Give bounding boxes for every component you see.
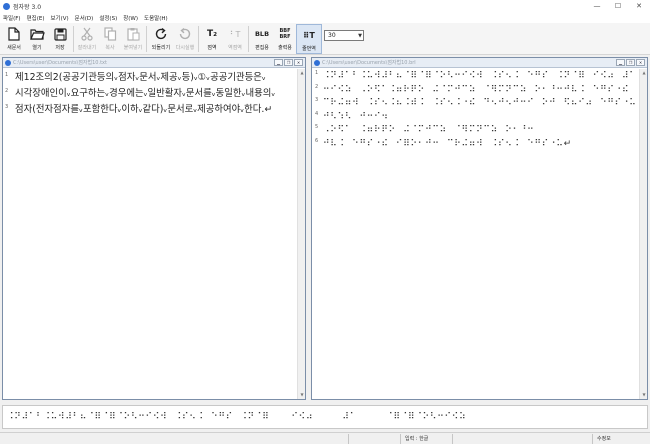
toolbar-separator bbox=[146, 26, 147, 52]
braille-editor-pane: C:\Users\user\Documents\점자법10.brl ▁ ❐ ✕ … bbox=[311, 57, 648, 400]
braille-line-preview: ⠨⠝⠼⠁⠃⠨⠥⠺⠼⠃⠦⠈⠿⠈⠿⠈⠕⠣⠒⠊⠪⠺⠀⠨⠎⠢⠨⠀⠑⠛⠎⠀⠨⠝⠈⠿⠀⠀⠀⠊… bbox=[2, 405, 648, 429]
line-number: 5 bbox=[315, 124, 319, 130]
braille-line[interactable]: ⠠⠕⠫⠁⠀⠨⠶⠗⠟⠕⠀⠬⠈⠍⠚⠉⠵⠀⠈⠻⠍⠝⠉⠵⠀⠕⠂⠘⠒ bbox=[323, 124, 637, 138]
app-icon bbox=[3, 2, 10, 10]
line-number: 3 bbox=[5, 104, 9, 110]
menu-window[interactable]: 창(W) bbox=[123, 14, 138, 22]
pane-file-path: C:\Users\user\Documents\점자법10.brl bbox=[322, 60, 416, 66]
line-number-gutter: 1 2 3 4 5 6 bbox=[315, 70, 323, 151]
close-button[interactable]: ✕ bbox=[629, 0, 649, 12]
braille-line[interactable]: ⠚⠣⠱⠣⠀⠚⠒⠊⠲ bbox=[323, 111, 637, 125]
status-bar: 입력 : 한글 수정모 bbox=[0, 432, 650, 444]
open-folder-icon bbox=[29, 26, 45, 42]
undo-button[interactable]: 되돌리기 bbox=[148, 24, 174, 54]
status-empty-cell bbox=[452, 434, 592, 444]
paste-icon bbox=[125, 26, 141, 42]
menu-help[interactable]: 도움말(H) bbox=[144, 14, 168, 22]
braille-line[interactable]: ⠨⠝⠼⠁⠃⠨⠥⠺⠼⠃⠦⠈⠿⠈⠿⠈⠕⠣⠒⠊⠪⠺⠀⠨⠎⠢⠨⠀⠑⠛⠎⠀⠨⠝⠈⠿⠀⠊⠪⠴… bbox=[323, 70, 637, 84]
vertical-scrollbar[interactable]: ▲ ▼ bbox=[297, 69, 305, 399]
pane-close-button[interactable]: ✕ bbox=[294, 59, 303, 66]
menu-settings[interactable]: 설정(S) bbox=[99, 14, 117, 22]
maximize-button[interactable]: ☐ bbox=[608, 0, 628, 12]
line-number: 1 bbox=[315, 70, 319, 76]
line-number: 3 bbox=[315, 97, 319, 103]
text-editor-pane: C:\Users\user\Documents\점자법10.txt ▁ ❐ ✕ … bbox=[2, 57, 306, 400]
title-bar: 점자왕 3.0 — ☐ ✕ bbox=[0, 0, 650, 12]
line-translate-button[interactable]: ⠿T 줄번역 bbox=[296, 24, 322, 54]
pane-title-bar: C:\Users\user\Documents\점자법10.brl ▁ ❐ ✕ bbox=[312, 58, 647, 68]
menu-file[interactable]: 파일(F) bbox=[3, 14, 21, 22]
new-document-icon bbox=[6, 26, 22, 42]
input-mode-status: 입력 : 한글 bbox=[400, 434, 452, 444]
braille-editor[interactable]: 1 2 3 4 5 6 ⠨⠝⠼⠁⠃⠨⠥⠺⠼⠃⠦⠈⠿⠈⠿⠈⠕⠣⠒⠊⠪⠺⠀⠨⠎⠢⠨⠀… bbox=[312, 69, 639, 399]
undo-icon bbox=[153, 26, 169, 42]
edit-format-icon: BLB bbox=[254, 30, 270, 38]
status-empty-cell bbox=[348, 434, 400, 444]
pane-file-path: C:\Users\user\Documents\점자법10.txt bbox=[13, 60, 107, 66]
braille-line[interactable]: ⠚⠧⠨⠀⠑⠛⠎⠐⠮⠀⠊⠿⠕⠂⠚⠒⠀⠉⠗⠬⠶⠺⠀⠨⠎⠢⠨⠀⠑⠛⠎⠐⠥↵ bbox=[323, 138, 637, 152]
output-format-button[interactable]: BBF BRF 출력용 bbox=[272, 24, 298, 54]
vertical-scrollbar[interactable]: ▲ ▼ bbox=[639, 69, 647, 399]
pane-restore-button[interactable]: ❐ bbox=[626, 59, 635, 66]
translate-icon: T₂ bbox=[206, 29, 218, 39]
line-translate-icon: ⠿T bbox=[303, 30, 315, 40]
scroll-down-icon[interactable]: ▼ bbox=[640, 391, 648, 399]
redo-button[interactable]: 다시실행 bbox=[172, 24, 198, 54]
font-size-select[interactable]: 30 ▼ bbox=[324, 30, 364, 41]
save-button[interactable]: 저장 bbox=[47, 24, 73, 54]
copy-icon bbox=[102, 26, 118, 42]
menu-edit[interactable]: 편집(E) bbox=[27, 14, 45, 22]
pane-restore-button[interactable]: ❐ bbox=[284, 59, 293, 66]
text-line[interactable]: 시각장애인이ᵥ요구하는ᵥ경우에는ᵥ일반활자ᵥ문서를ᵥ동일한ᵥ내용의ᵥ bbox=[15, 86, 293, 102]
menu-bar: 파일(F) 편집(E) 보기(V) 문서(D) 설정(S) 창(W) 도움말(H… bbox=[0, 12, 650, 23]
braille-line[interactable]: ⠒⠊⠪⠵⠀⠠⠕⠫⠁⠨⠶⠗⠟⠕⠀⠬⠈⠍⠚⠉⠵⠀⠈⠻⠍⠝⠉⠵⠀⠕⠂⠘⠒⠚⠧⠨⠀⠑⠛⠎… bbox=[323, 84, 637, 98]
pane-minimize-button[interactable]: ▁ bbox=[616, 59, 625, 66]
menu-document[interactable]: 문서(D) bbox=[75, 14, 94, 22]
scroll-down-icon[interactable]: ▼ bbox=[298, 391, 306, 399]
line-number: 6 bbox=[315, 137, 319, 144]
output-format-icon: BBF BRF bbox=[279, 28, 291, 40]
pane-title-bar: C:\Users\user\Documents\점자법10.txt ▁ ❐ ✕ bbox=[3, 58, 305, 68]
scroll-up-icon[interactable]: ▲ bbox=[298, 69, 306, 77]
line-number: 1 bbox=[5, 72, 9, 78]
paste-button[interactable]: 붙여넣기 bbox=[120, 24, 146, 54]
braille-line[interactable]: ⠉⠗⠬⠶⠺⠀⠨⠎⠢⠨⠦⠨⠾⠨⠀⠨⠎⠢⠨⠐⠮⠀⠙⠢⠚⠢⠚⠒⠊⠀⠕⠚⠀⠫⠦⠊⠴⠀⠑⠛… bbox=[323, 97, 637, 111]
line-number-gutter: 1 2 3 bbox=[5, 71, 13, 119]
save-icon bbox=[52, 26, 68, 42]
chevron-down-icon: ▼ bbox=[358, 33, 362, 39]
redo-icon bbox=[177, 26, 193, 42]
text-editor[interactable]: 1 2 3 제12조의2(공공기관등의ᵥ점자ᵥ문서ᵥ제공ᵥ등)ᵥ①ᵥ공공기관등은… bbox=[3, 69, 297, 399]
line-number: 2 bbox=[5, 88, 9, 94]
cut-icon bbox=[79, 26, 95, 42]
reverse-translate-icon: ⠃T bbox=[229, 29, 241, 39]
menu-view[interactable]: 보기(V) bbox=[50, 14, 68, 22]
window-title: 점자왕 3.0 bbox=[13, 3, 42, 11]
line-number: 2 bbox=[315, 83, 319, 90]
pane-minimize-button[interactable]: ▁ bbox=[274, 59, 283, 66]
document-icon bbox=[5, 59, 11, 66]
minimize-button[interactable]: — bbox=[587, 0, 607, 12]
pane-close-button[interactable]: ✕ bbox=[636, 59, 645, 66]
scroll-up-icon[interactable]: ▲ bbox=[640, 69, 648, 77]
reverse-translate-button[interactable]: ⠃T 역점역 bbox=[222, 24, 248, 54]
text-line[interactable]: 제12조의2(공공기관등의ᵥ점자ᵥ문서ᵥ제공ᵥ등)ᵥ①ᵥ공공기관등은ᵥ bbox=[15, 70, 293, 86]
document-icon bbox=[314, 59, 320, 66]
edit-mode-status: 수정모 bbox=[592, 434, 648, 444]
line-number: 4 bbox=[315, 110, 319, 117]
text-line[interactable]: 점자(전자점자를ᵥ포함한다ᵥ이하ᵥ같다)ᵥ문서로ᵥ제공하여야ᵥ한다.↵ bbox=[15, 102, 293, 118]
